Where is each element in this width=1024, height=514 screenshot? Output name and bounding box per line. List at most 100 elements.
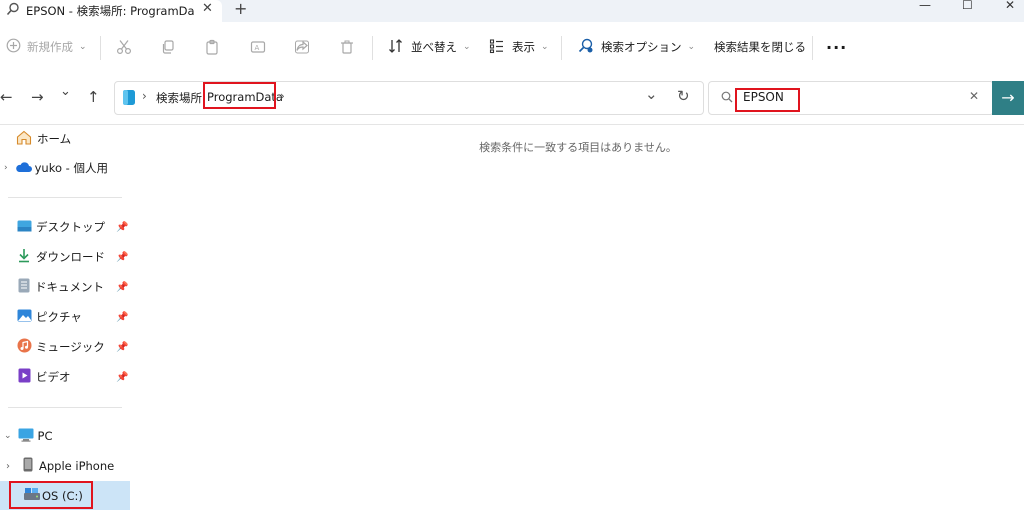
sidebar-item-label: ミュージック: [36, 340, 105, 354]
new-button-label: 新規作成: [27, 40, 73, 54]
highlight-box: [735, 88, 800, 112]
forward-button[interactable]: →: [31, 88, 44, 106]
desktop-icon: [17, 220, 32, 235]
divider: [8, 407, 122, 408]
pin-icon: 📌: [116, 311, 129, 323]
chevron-down-icon[interactable]: ⌄: [4, 431, 12, 441]
sidebar-item-pictures[interactable]: ピクチャ 📌: [0, 303, 130, 331]
new-button[interactable]: 新規作成 ⌄: [6, 38, 87, 56]
minimize-button[interactable]: —: [919, 0, 931, 12]
pin-icon: 📌: [116, 251, 129, 263]
sidebar-item-label: ビデオ: [36, 370, 71, 384]
sidebar-item-home[interactable]: ホーム: [0, 125, 130, 153]
sort-button[interactable]: 並べ替え ⌄: [388, 38, 471, 56]
title-bar: EPSON - 検索場所: ProgramDa ✕ + — ☐ ✕: [0, 0, 1024, 22]
expand-chevron-icon[interactable]: ›: [4, 163, 8, 173]
empty-results-message: 検索条件に一致する項目はありません。: [479, 141, 677, 154]
sort-button-label: 並べ替え: [411, 40, 457, 54]
sidebar-item-documents[interactable]: ドキュメント 📌: [0, 273, 130, 301]
search-icon: [721, 91, 733, 106]
music-icon: [17, 338, 32, 356]
video-icon: [18, 368, 31, 386]
divider: [561, 36, 562, 60]
location-icon: [122, 89, 136, 109]
window-close-button[interactable]: ✕: [1005, 0, 1015, 12]
tab-search-results[interactable]: EPSON - 検索場所: ProgramDa ✕: [0, 0, 222, 22]
back-button[interactable]: ←: [0, 88, 13, 106]
pin-icon: 📌: [116, 281, 129, 293]
close-search-button[interactable]: 検索結果を閉じる: [714, 38, 806, 56]
close-search-label: 検索結果を閉じる: [714, 40, 806, 54]
chevron-down-icon: ⌄: [687, 42, 696, 52]
pin-icon: 📌: [116, 341, 129, 353]
sidebar-item-music[interactable]: ミュージック 📌: [0, 333, 130, 361]
copy-icon[interactable]: [160, 39, 176, 58]
paste-icon[interactable]: [204, 39, 220, 58]
pictures-icon: [17, 309, 32, 325]
download-icon: [17, 248, 31, 266]
pin-icon: 📌: [116, 371, 129, 383]
maximize-button[interactable]: ☐: [962, 0, 973, 12]
breadcrumb-chevron-icon: ›: [142, 89, 147, 103]
expand-chevron-icon[interactable]: ›: [6, 461, 10, 472]
breadcrumb-chevron-icon[interactable]: ›: [280, 89, 285, 103]
tab-close-icon[interactable]: ✕: [202, 1, 213, 16]
divider: [812, 36, 813, 60]
tab-title: EPSON - 検索場所: ProgramDa: [26, 4, 195, 18]
sidebar-item-videos[interactable]: ビデオ 📌: [0, 363, 130, 391]
phone-icon: [23, 457, 33, 475]
plus-circle-icon: [6, 38, 21, 56]
navigation-pane: ホーム › yuko - 個人用 デスクトップ 📌 ダウンロード 📌 ドキュメン…: [0, 125, 132, 514]
chevron-down-icon: ⌄: [79, 42, 87, 52]
sidebar-item-label: ドキュメント: [35, 280, 104, 294]
refresh-icon[interactable]: ↻: [677, 87, 690, 105]
divider: [100, 36, 101, 60]
highlight-box: [203, 82, 276, 109]
sidebar-item-label: ピクチャ: [36, 310, 82, 324]
view-button-label: 表示: [512, 40, 535, 54]
rename-icon[interactable]: A: [250, 39, 266, 58]
share-icon[interactable]: [294, 39, 310, 58]
onedrive-cloud-icon: [15, 161, 32, 176]
recent-locations-button[interactable]: ⌄: [60, 84, 71, 99]
sidebar-item-label: PC: [37, 429, 53, 443]
chevron-down-icon: ⌄: [541, 42, 549, 52]
new-tab-button[interactable]: +: [234, 0, 247, 18]
search-options-label: 検索オプション: [601, 40, 682, 54]
search-options-icon: [578, 38, 594, 57]
search-go-button[interactable]: →: [992, 81, 1024, 115]
file-list-area[interactable]: 検索条件に一致する項目はありません。: [132, 125, 1024, 514]
pc-icon: [18, 428, 34, 445]
divider: [372, 36, 373, 60]
command-bar: 新規作成 ⌄ A 並べ替え ⌄ 表示 ⌄ 検索オプション ⌄ 検索結果を閉じる …: [0, 22, 1024, 73]
document-icon: [18, 278, 30, 296]
view-button[interactable]: 表示 ⌄: [489, 38, 549, 56]
view-list-icon: [489, 38, 505, 57]
sidebar-item-onedrive[interactable]: › yuko - 個人用: [0, 154, 130, 182]
sort-icon: [388, 38, 404, 57]
home-icon: [16, 130, 32, 148]
cut-icon[interactable]: [116, 39, 132, 58]
search-location-prefix: 検索場所:: [156, 91, 206, 105]
sidebar-item-pc[interactable]: ⌄ PC: [0, 422, 130, 450]
clear-search-icon[interactable]: ✕: [969, 89, 979, 103]
sidebar-item-label: Apple iPhone: [39, 459, 115, 473]
up-button[interactable]: ↑: [87, 88, 100, 106]
divider: [8, 197, 122, 198]
sidebar-item-label: ダウンロード: [36, 250, 105, 264]
more-options-button[interactable]: ...: [826, 34, 847, 53]
delete-icon[interactable]: [339, 39, 355, 58]
search-options-button[interactable]: 検索オプション ⌄: [578, 38, 695, 56]
pin-icon: 📌: [116, 221, 129, 233]
navigation-row: ← → ⌄ ↑ › 検索場所: ProgramData › ⌄ ↻ EPSON …: [0, 72, 1024, 125]
sidebar-item-desktop[interactable]: デスクトップ 📌: [0, 213, 130, 241]
sidebar-item-downloads[interactable]: ダウンロード 📌: [0, 243, 130, 271]
chevron-down-icon: ⌄: [463, 42, 471, 52]
sidebar-item-iphone[interactable]: › Apple iPhone: [0, 452, 130, 480]
address-dropdown-icon[interactable]: ⌄: [645, 85, 658, 103]
svg-text:A: A: [255, 44, 260, 52]
sidebar-item-label: デスクトップ: [36, 220, 105, 234]
sidebar-item-label: ホーム: [37, 132, 72, 146]
sidebar-item-label: yuko - 個人用: [34, 161, 108, 175]
search-tab-icon: [6, 2, 20, 19]
